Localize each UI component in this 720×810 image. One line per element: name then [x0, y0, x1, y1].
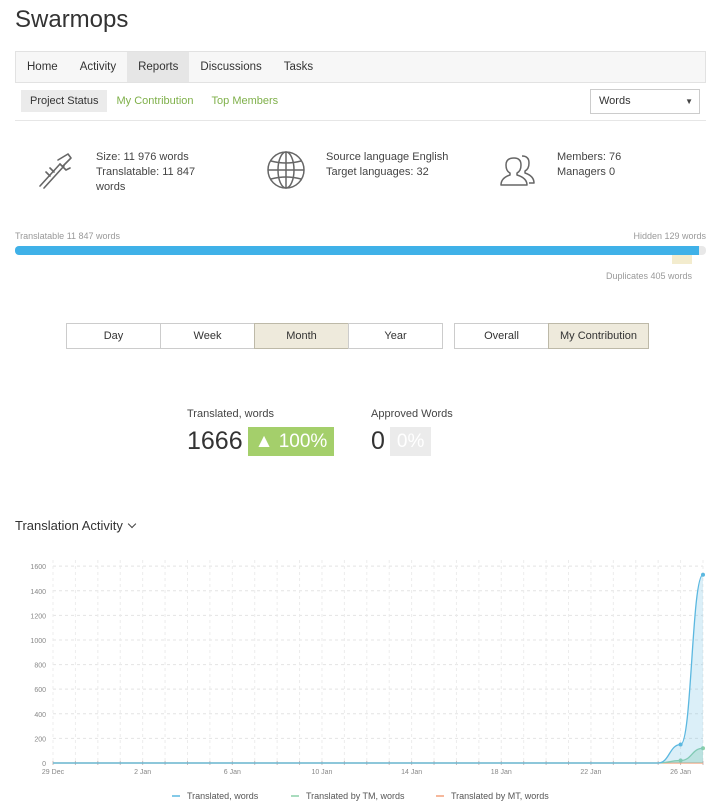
target-languages: Target languages: 32	[326, 166, 429, 178]
y-tick-label: 1400	[30, 589, 46, 596]
metric-translated: Translated, words 1666 ▲ 100%	[187, 408, 335, 456]
y-tick-label: 1600	[30, 564, 46, 571]
sub-nav: Project Status My Contribution Top Membe…	[21, 90, 287, 112]
tab-top-members[interactable]: Top Members	[203, 90, 288, 112]
translatable-unit: words	[96, 181, 126, 193]
x-tick-label: 18 Jan	[491, 769, 512, 776]
unit-select-value: Words	[599, 95, 631, 107]
translatable-value: Translatable: 11 847	[96, 166, 196, 178]
nav-tasks[interactable]: Tasks	[273, 52, 324, 82]
translatable-label: Translatable 11 847 words	[15, 231, 121, 241]
x-tick-label: 14 Jan	[401, 769, 422, 776]
metric-translated-badge: ▲ 100%	[247, 427, 335, 456]
series-area	[53, 574, 703, 763]
legend-label: Translated, words	[187, 791, 259, 801]
y-tick-label: 0	[42, 761, 46, 768]
metric-approved-label: Approved Words	[371, 408, 453, 420]
metric-translated-value: 1666	[187, 427, 243, 455]
nav-discussions[interactable]: Discussions	[189, 52, 272, 82]
y-tick-label: 1200	[30, 613, 46, 620]
tab-project-status[interactable]: Project Status	[21, 90, 108, 112]
y-tick-label: 200	[34, 736, 46, 743]
activity-title: Translation Activity	[15, 518, 123, 533]
scope-toggle: Overall My Contribution	[454, 323, 649, 349]
legend-label: Translated by TM, words	[306, 791, 405, 801]
y-tick-label: 800	[34, 663, 46, 670]
series-line	[53, 574, 704, 764]
x-tick-label: 26 Jan	[670, 769, 691, 776]
data-point	[678, 742, 683, 747]
duplicates-bar	[672, 255, 692, 264]
y-tick-label: 400	[34, 712, 46, 719]
globe-icon	[267, 151, 305, 189]
stat-languages: Source language English Target languages…	[266, 150, 448, 190]
data-point	[701, 572, 705, 577]
stat-size-text: Size: 11 976 words Translatable: 11 847 …	[96, 150, 195, 195]
users-icon	[500, 155, 535, 186]
x-tick-label: 22 Jan	[580, 769, 601, 776]
series-line	[53, 747, 704, 764]
y-tick-label: 600	[34, 687, 46, 694]
metric-approved: Approved Words 0 0%	[371, 408, 453, 456]
nav-home[interactable]: Home	[16, 52, 69, 82]
main-nav: Home Activity Reports Discussions Tasks	[15, 51, 706, 83]
x-tick-label: 29 Dec	[42, 769, 65, 776]
metric-translated-label: Translated, words	[187, 408, 275, 420]
tab-my-contribution[interactable]: My Contribution	[107, 90, 202, 112]
stat-languages-text: Source language English Target languages…	[326, 150, 448, 190]
series-area	[53, 748, 703, 763]
page-title: Swarmops	[15, 6, 129, 33]
translation-activity-chart: 0 200 400 600 800 1000 1200 1400 1600 29 Dec 2 Jan…	[30, 560, 705, 801]
chevron-down-icon	[127, 519, 137, 529]
nav-reports[interactable]: Reports	[127, 52, 190, 82]
scope-overall-button[interactable]: Overall	[454, 323, 549, 349]
stat-members-text: Members: 76 Managers 0	[557, 150, 621, 190]
unit-select[interactable]: Words ▼	[590, 89, 700, 114]
nav-activity[interactable]: Activity	[69, 52, 127, 82]
activity-dropdown[interactable]: Translation Activity	[15, 518, 137, 533]
x-tick-label: 2 Jan	[134, 769, 151, 776]
scope-my-contribution-button[interactable]: My Contribution	[548, 323, 649, 349]
chevron-down-icon: ▼	[685, 97, 693, 106]
metric-approved-badge: 0%	[389, 427, 432, 456]
period-toggle: Day Week Month Year	[66, 323, 443, 349]
managers-count: Managers 0	[557, 166, 616, 178]
progress-fill	[15, 246, 699, 255]
stat-size: Size: 11 976 words Translatable: 11 847 …	[36, 150, 195, 195]
stat-members: Members: 76 Managers 0	[497, 150, 621, 190]
x-tick-label: 6 Jan	[224, 769, 241, 776]
hidden-label: Hidden 129 words	[633, 231, 706, 241]
x-tick-label: 10 Jan	[311, 769, 332, 776]
duplicates-label: Duplicates 405 words	[605, 271, 692, 281]
divider	[15, 120, 706, 121]
period-year-button[interactable]: Year	[348, 323, 443, 349]
period-week-button[interactable]: Week	[160, 323, 255, 349]
legend-label: Translated by MT, words	[451, 791, 549, 801]
metric-approved-value: 0	[371, 427, 385, 455]
progress-bar	[15, 246, 706, 255]
y-tick-label: 1000	[30, 638, 46, 645]
source-language: Source language English	[326, 151, 449, 163]
period-day-button[interactable]: Day	[66, 323, 161, 349]
period-month-button[interactable]: Month	[254, 323, 349, 349]
caliper-icon	[39, 153, 72, 189]
size-value: Size: 11 976 words	[96, 151, 189, 163]
members-count: Members: 76	[557, 151, 622, 163]
